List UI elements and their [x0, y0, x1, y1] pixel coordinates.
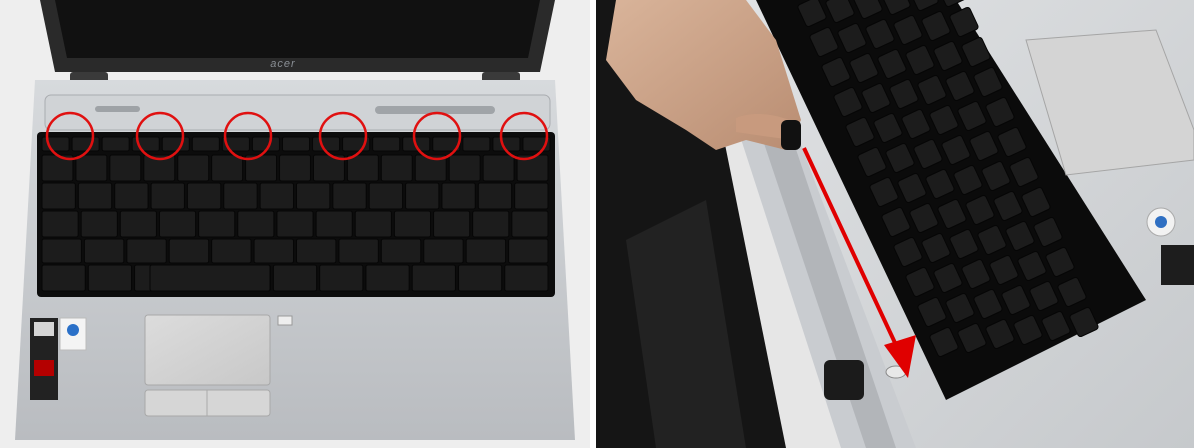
key	[198, 210, 236, 238]
space-bar	[149, 264, 271, 292]
key	[346, 154, 379, 182]
key	[457, 264, 503, 292]
key	[482, 154, 515, 182]
key	[80, 210, 118, 238]
photo-laptop-top-view: acer	[0, 0, 590, 448]
key	[191, 136, 220, 152]
key	[259, 182, 294, 210]
key	[161, 136, 190, 152]
acer-logo: acer	[270, 58, 296, 70]
key	[511, 210, 549, 238]
key	[41, 182, 76, 210]
key	[119, 210, 157, 238]
key	[368, 182, 404, 210]
key	[177, 154, 210, 182]
key	[504, 264, 549, 292]
touchpad-toggle-button	[277, 315, 293, 326]
key	[411, 264, 456, 292]
key	[465, 238, 507, 264]
key	[405, 182, 440, 210]
key	[158, 210, 197, 238]
key	[332, 182, 367, 210]
key	[508, 238, 549, 264]
key	[365, 264, 410, 292]
key	[83, 238, 125, 264]
key	[272, 264, 318, 292]
key	[393, 210, 432, 238]
sticker-amd	[1161, 245, 1194, 285]
key	[186, 182, 222, 210]
key	[75, 154, 108, 182]
key	[237, 210, 275, 238]
key	[223, 182, 258, 210]
key	[101, 136, 130, 152]
touchpad	[144, 314, 271, 386]
key	[372, 136, 401, 152]
key	[338, 238, 379, 264]
key	[380, 238, 422, 264]
key	[462, 136, 491, 152]
key	[253, 238, 294, 264]
key	[315, 210, 353, 238]
key	[433, 210, 471, 238]
key	[312, 136, 341, 152]
key	[126, 238, 167, 264]
key	[71, 136, 100, 152]
key	[441, 182, 476, 210]
key	[281, 136, 311, 152]
photo-remove-keyboard-cover	[596, 0, 1194, 448]
key	[150, 182, 185, 210]
key	[168, 238, 210, 264]
key	[296, 238, 337, 264]
key	[423, 238, 464, 264]
key	[109, 154, 142, 182]
key	[354, 210, 392, 238]
key	[319, 264, 364, 292]
key	[114, 182, 149, 210]
key	[514, 182, 549, 210]
key	[41, 210, 79, 238]
key	[77, 182, 113, 210]
key	[276, 210, 314, 238]
key	[211, 238, 252, 264]
key	[380, 154, 413, 182]
key	[211, 154, 244, 182]
hinge-end	[824, 360, 864, 400]
key	[41, 264, 86, 292]
key	[472, 210, 510, 238]
key	[87, 264, 133, 292]
key	[41, 238, 82, 264]
key	[279, 154, 311, 182]
key	[296, 182, 331, 210]
key	[448, 154, 481, 182]
key	[477, 182, 513, 210]
